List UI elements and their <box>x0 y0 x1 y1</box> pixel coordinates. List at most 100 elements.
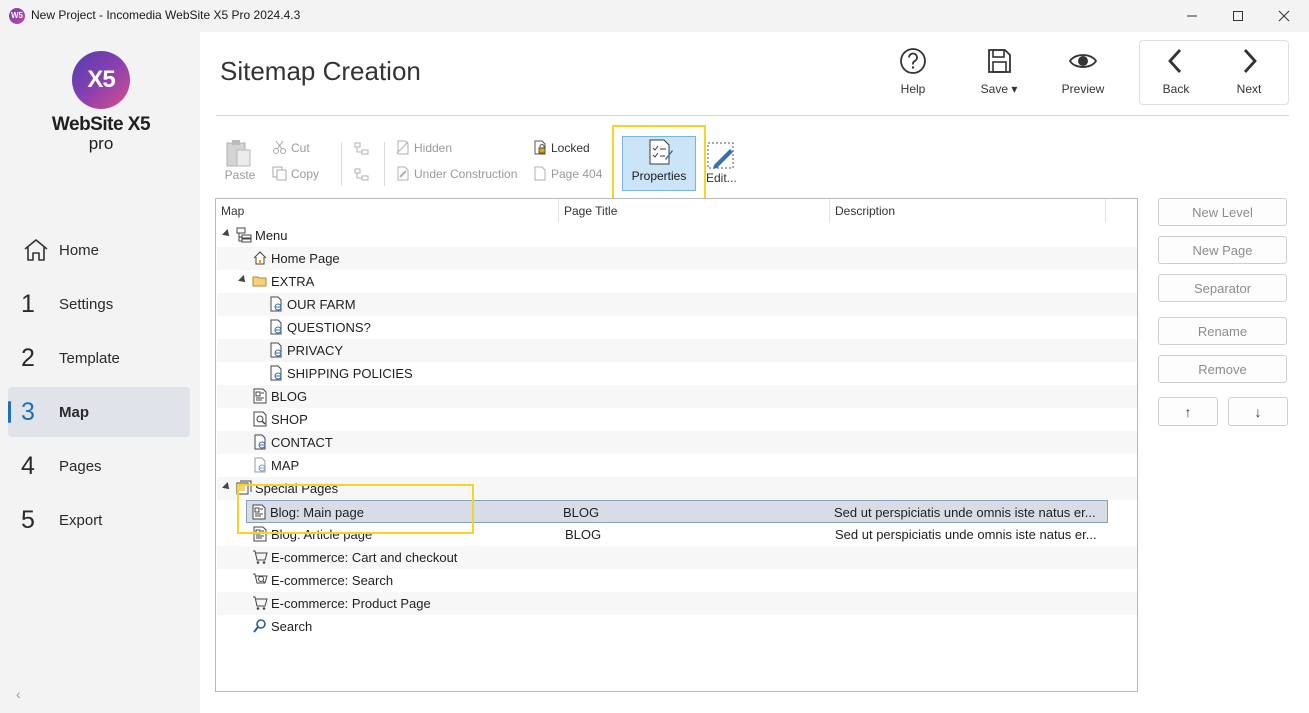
hidden-toggle[interactable]: Hidden <box>395 140 452 155</box>
tree-row-label: SHIPPING POLICIES <box>287 366 413 381</box>
tree-row[interactable]: Home Page <box>217 247 1137 270</box>
move-level-down-button[interactable] <box>354 168 374 182</box>
tree-row-label: CONTACT <box>271 435 333 450</box>
tree-row[interactable]: QUESTIONS? <box>217 316 1137 339</box>
tree-row[interactable]: EXTRA <box>217 270 1137 293</box>
window-title: New Project - Incomedia WebSite X5 Pro 2… <box>31 8 301 22</box>
preview-button[interactable]: Preview <box>1050 46 1116 102</box>
copy-button[interactable]: Copy <box>272 166 319 181</box>
title-bar: W5 New Project - Incomedia WebSite X5 Pr… <box>0 0 1309 32</box>
tree-row[interactable]: E-commerce: Product Page <box>217 592 1137 615</box>
column-header-map[interactable]: Map <box>216 199 559 223</box>
collapse-sidebar-button[interactable]: ‹ <box>16 686 21 702</box>
web-page-icon <box>270 296 282 312</box>
tree-move-icon <box>354 142 369 155</box>
tree-row-label: EXTRA <box>271 274 315 289</box>
tree-row-label: PRIVACY <box>287 343 344 358</box>
new-level-button[interactable]: New Level <box>1158 198 1287 226</box>
sidebar-item-label: Home <box>59 241 100 259</box>
help-label: Help <box>900 82 926 96</box>
maximize-button[interactable] <box>1215 0 1261 32</box>
collapse-toggle-icon[interactable] <box>222 482 232 492</box>
tree-row[interactable]: E-commerce: Search <box>217 569 1137 592</box>
page404-toggle[interactable]: Page 404 <box>532 166 602 181</box>
sidebar-item-label: Pages <box>59 457 102 475</box>
tree-row[interactable]: BLOG <box>217 385 1137 408</box>
construction-icon <box>397 166 409 181</box>
column-header-description[interactable]: Description <box>830 199 1106 223</box>
copy-label: Copy <box>291 166 320 181</box>
sidebar-item-pages[interactable]: 4 Pages <box>8 441 190 491</box>
tree-row-page-title: BLOG <box>563 505 600 520</box>
locked-toggle[interactable]: Locked <box>532 140 590 155</box>
tree-row[interactable]: SHOP <box>217 408 1137 431</box>
collapse-toggle-icon[interactable] <box>222 229 232 239</box>
under-construction-toggle[interactable]: Under Construction <box>395 166 517 181</box>
move-level-up-button[interactable] <box>354 142 374 156</box>
save-button[interactable]: Save ▾ <box>966 46 1032 102</box>
remove-button[interactable]: Remove <box>1158 355 1287 383</box>
tree-row[interactable]: MAP <box>217 454 1137 477</box>
tree-row-label: Home Page <box>271 251 340 266</box>
sidebar-item-map[interactable]: 3 Map <box>8 387 190 437</box>
tree-move-icon <box>354 168 369 181</box>
tree-row[interactable]: Menu <box>217 224 1137 247</box>
cut-button[interactable]: Cut <box>272 140 310 155</box>
sidebar-item-settings[interactable]: 1 Settings <box>8 279 190 329</box>
app-icon: W5 <box>9 8 25 24</box>
web-page-icon <box>270 319 282 335</box>
sidebar-item-label: Map <box>59 403 89 421</box>
tree-row[interactable]: E-commerce: Cart and checkout <box>217 546 1137 569</box>
move-down-button[interactable]: ↓ <box>1228 397 1288 426</box>
new-page-button[interactable]: New Page <box>1158 236 1287 264</box>
cart-icon <box>253 550 268 564</box>
tree-row[interactable]: CONTACT <box>217 431 1137 454</box>
web-page-icon <box>270 342 282 358</box>
tree-row-description: Sed ut perspiciatis unde omnis iste natu… <box>834 505 1096 520</box>
paste-label: Paste <box>224 168 256 182</box>
separator-button[interactable]: Separator <box>1158 274 1287 302</box>
header-divider <box>216 115 1289 116</box>
step-number: 2 <box>21 343 35 372</box>
menu-tree-icon <box>236 227 252 243</box>
tree-row-label: E-commerce: Cart and checkout <box>271 550 458 565</box>
sidebar-item-home[interactable]: Home <box>8 225 190 275</box>
tree-row-label: E-commerce: Product Page <box>271 596 431 611</box>
hidden-label: Hidden <box>414 140 453 155</box>
sidebar-item-export[interactable]: 5 Export <box>8 495 190 545</box>
column-header-page-title[interactable]: Page Title <box>559 199 830 223</box>
map-page-icon <box>254 457 266 473</box>
step-number: 1 <box>21 289 35 318</box>
edit-label: Edit... <box>706 171 737 185</box>
tree-row-label: BLOG <box>271 389 308 404</box>
edit-button[interactable]: Edit... <box>706 141 740 185</box>
step-number: 3 <box>21 397 35 426</box>
page404-label: Page 404 <box>551 166 603 181</box>
tree-row-label: MAP <box>271 458 300 473</box>
next-label: Next <box>1236 82 1262 96</box>
sidebar-item-template[interactable]: 2 Template <box>8 333 190 383</box>
sidebar-item-label: Export <box>59 511 103 529</box>
sidebar: X5 WebSite X5 pro Home 1 Settings 2 Temp… <box>0 32 200 713</box>
contact-page-icon <box>254 434 266 450</box>
sitemap-tree[interactable]: Map Page Title Description Menu Home Pag… <box>215 198 1138 692</box>
move-up-button[interactable]: ↑ <box>1158 397 1218 426</box>
back-label: Back <box>1162 82 1190 96</box>
help-button[interactable]: Help <box>880 46 946 102</box>
rename-button[interactable]: Rename <box>1158 317 1287 345</box>
help-icon <box>900 48 926 74</box>
selected-row-highlight <box>237 484 474 534</box>
next-button[interactable]: Next <box>1216 46 1282 102</box>
tree-row[interactable]: PRIVACY <box>217 339 1137 362</box>
tree-row[interactable]: SHIPPING POLICIES <box>217 362 1137 385</box>
tree-row[interactable]: Search <box>217 615 1137 638</box>
tree-row-label: OUR FARM <box>287 297 356 312</box>
paste-button[interactable]: Paste <box>222 138 258 182</box>
tree-row[interactable]: OUR FARM <box>217 293 1137 316</box>
collapse-toggle-icon[interactable] <box>238 275 248 285</box>
back-button[interactable]: Back <box>1143 46 1209 102</box>
paste-icon <box>226 140 251 167</box>
close-button[interactable] <box>1261 0 1307 32</box>
minimize-button[interactable] <box>1169 0 1215 32</box>
save-label: Save ▾ <box>980 82 1018 96</box>
